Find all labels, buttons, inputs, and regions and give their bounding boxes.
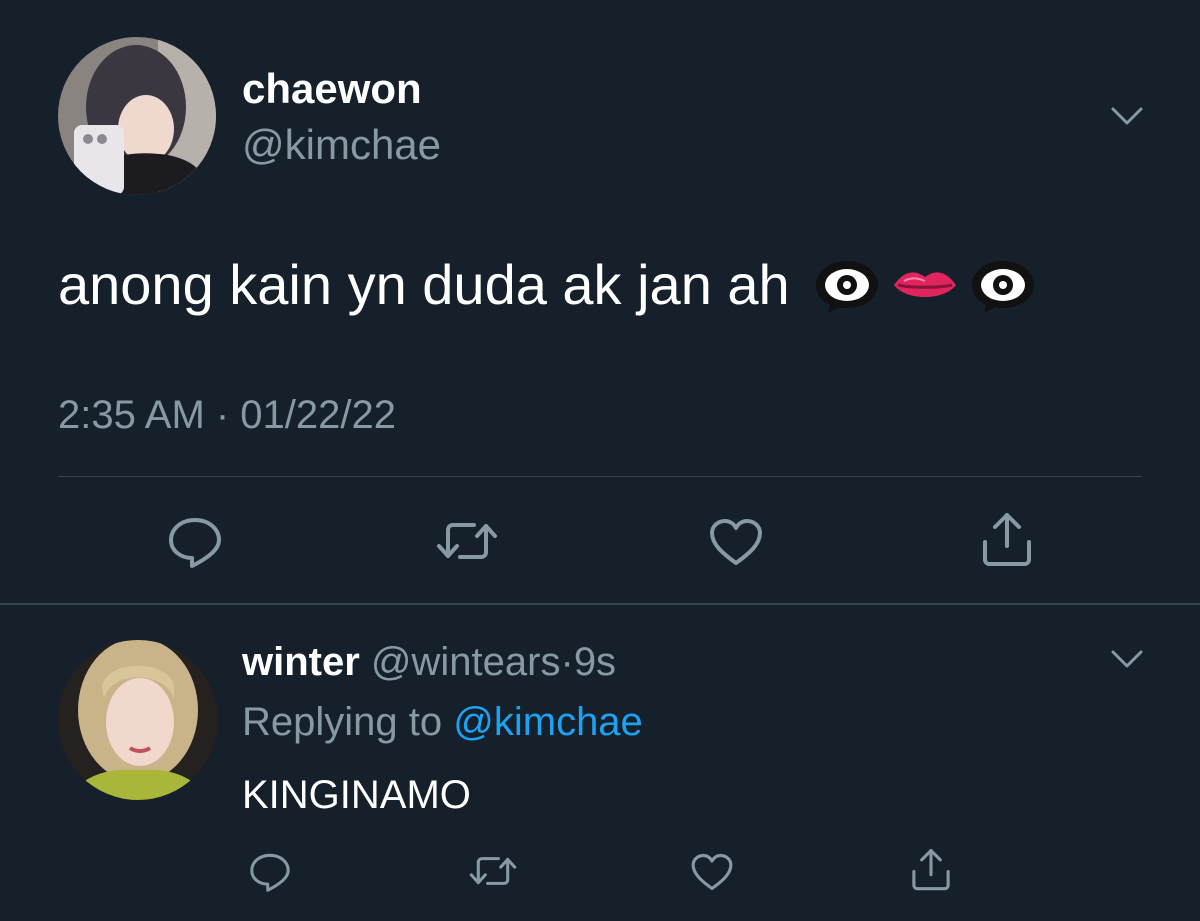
- like-icon[interactable]: [708, 517, 764, 567]
- reply-icon[interactable]: [248, 852, 292, 892]
- share-icon[interactable]: [910, 848, 952, 892]
- display-name[interactable]: winter: [242, 640, 360, 684]
- tweet-timestamp: 2:35 AM · 01/22/22: [58, 393, 397, 437]
- replying-to-label: Replying to: [242, 700, 443, 744]
- chevron-down-icon[interactable]: [1110, 105, 1144, 127]
- emoji-group: [812, 257, 1038, 313]
- mention-link[interactable]: @kimchae: [453, 700, 643, 744]
- separator-dot: ·: [560, 640, 574, 684]
- eye-in-speech-bubble-icon: [971, 261, 1034, 313]
- share-icon[interactable]: [980, 512, 1034, 568]
- reply-header: winter @wintears·9s: [242, 637, 616, 687]
- chevron-down-icon[interactable]: [1110, 648, 1144, 670]
- divider: [0, 603, 1200, 605]
- retweet-icon[interactable]: [469, 853, 517, 889]
- avatar[interactable]: [58, 37, 216, 195]
- reply-text: KINGINAMO: [242, 773, 471, 817]
- reply-time: 9s: [573, 640, 617, 684]
- tweet-text-body: anong kain yn duda ak jan ah: [58, 253, 790, 316]
- reply-icon[interactable]: [166, 516, 224, 568]
- divider: [58, 476, 1142, 477]
- retweet-icon[interactable]: [436, 518, 498, 564]
- tweet-detail-screen: chaewon @kimchae anong kain yn duda ak j…: [0, 0, 1200, 921]
- tweet-text: anong kain yn duda ak jan ah: [58, 250, 1038, 320]
- user-handle[interactable]: @kimchae: [242, 120, 441, 170]
- eye-in-speech-bubble-icon: [815, 261, 878, 313]
- user-handle[interactable]: @wintears: [371, 640, 561, 684]
- like-icon[interactable]: [690, 852, 734, 892]
- avatar[interactable]: [58, 640, 218, 800]
- display-name[interactable]: chaewon: [242, 64, 422, 114]
- lips-icon: [893, 272, 956, 297]
- replying-to: Replying to @kimchae: [242, 697, 643, 747]
